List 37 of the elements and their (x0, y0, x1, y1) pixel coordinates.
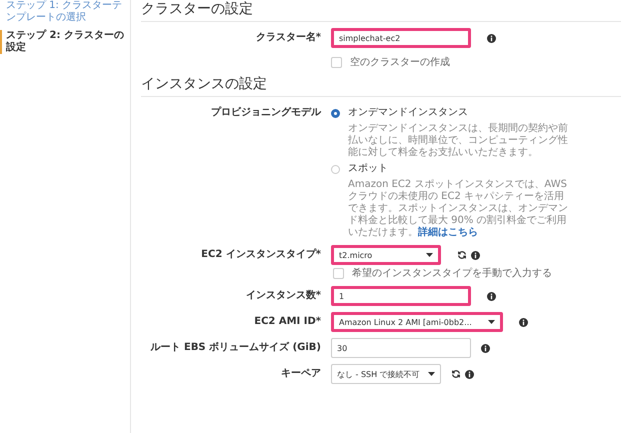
refresh-icon[interactable] (457, 250, 467, 260)
info-icon[interactable] (481, 344, 490, 352)
checkbox[interactable] (331, 57, 342, 68)
radio-button[interactable] (331, 108, 340, 118)
option-description: オンデマンドインスタンスは、長期間の契約や前払いなしに、時間単位で、コンピューティング性能に対して料金をお支払いいただきます。 (348, 123, 569, 159)
field-label: ルート EBS ボリュームサイズ (GiB) (150, 340, 322, 355)
text-field[interactable]: 1 (331, 286, 471, 306)
checkbox[interactable] (333, 268, 344, 279)
field-label: EC2 インスタンスタイプ* (200, 247, 322, 262)
info-icon[interactable] (465, 370, 474, 378)
dropdown[interactable]: t2.micro (331, 245, 441, 265)
refresh-icon[interactable] (451, 369, 461, 379)
checkbox-label: 希望のインスタンスタイプを手動で入力する (352, 268, 553, 280)
info-icon[interactable] (519, 318, 528, 326)
field-label: プロビジョニングモデル (210, 105, 322, 120)
dropdown[interactable]: Amazon Linux 2 AMI [ami-0bb2... (331, 312, 503, 332)
dropdown[interactable]: なし - SSH で接続不可 (331, 364, 441, 384)
field-label: EC2 AMI ID* (253, 315, 322, 329)
section-title: インスタンスの設定 (141, 75, 621, 97)
section-title: クラスターの設定 (141, 0, 621, 22)
info-icon[interactable] (487, 292, 496, 300)
field-label: インスタンス数* (244, 288, 322, 303)
field-label: キーペア (280, 367, 322, 381)
text-field[interactable]: 30 (331, 338, 471, 358)
details-link[interactable]: 詳細はこちら (418, 227, 478, 238)
info-icon[interactable] (471, 250, 480, 260)
step-link[interactable]: ステップ 2: クラスターの設定 (0, 30, 126, 54)
info-icon[interactable] (487, 34, 496, 42)
caret-icon (428, 372, 435, 376)
text-field[interactable]: simplechat-ec2 (331, 28, 471, 48)
option-description: Amazon EC2 スポットインスタンスでは、AWS クラウドの未使用の EC2 キャパシティーを活用できます。スポットインスタンスは、オンデマンド料金と比較して最大 90% の割引料金でご利用いただけます。詳細はこちら (348, 179, 569, 239)
radio-label: スポット (348, 162, 388, 176)
caret-icon (426, 253, 433, 257)
field-label: クラスター名* (254, 30, 322, 45)
checkbox-label: 空のクラスターの作成 (350, 57, 451, 69)
radio-label: オンデマンドインスタンス (348, 106, 468, 120)
caret-icon (488, 320, 495, 324)
